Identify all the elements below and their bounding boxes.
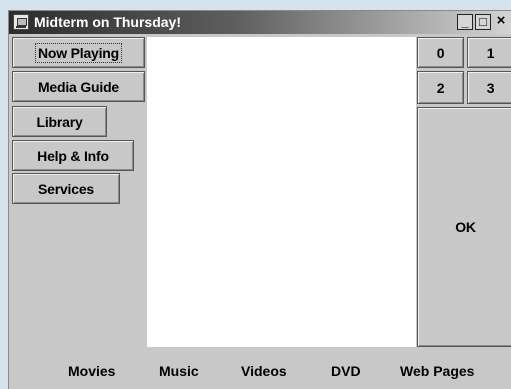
media-display-area — [147, 37, 416, 347]
services-label: Services — [37, 180, 94, 197]
key-0-label: 0 — [436, 44, 445, 61]
minimize-button[interactable]: _ — [457, 14, 473, 30]
app-window: Midterm on Thursday! _ □ × Now Playing M… — [8, 10, 511, 389]
nav-web-pages[interactable]: Web Pages — [400, 363, 474, 379]
now-playing-button[interactable]: Now Playing — [12, 37, 145, 68]
key-1-button[interactable]: 1 — [467, 37, 511, 68]
close-button[interactable]: × — [493, 13, 509, 30]
help-info-label: Help & Info — [37, 147, 109, 164]
nav-movies[interactable]: Movies — [68, 363, 115, 379]
key-0-button[interactable]: 0 — [417, 37, 464, 68]
nav-videos[interactable]: Videos — [241, 363, 287, 379]
title-bar[interactable]: Midterm on Thursday! _ □ × — [9, 11, 511, 34]
library-button[interactable]: Library — [12, 106, 107, 137]
media-guide-label: Media Guide — [37, 78, 120, 95]
nav-dvd[interactable]: DVD — [331, 363, 361, 379]
key-2-label: 2 — [436, 79, 445, 96]
key-3-label: 3 — [486, 79, 495, 96]
app-icon — [13, 14, 29, 30]
ok-button[interactable]: OK — [417, 107, 511, 347]
nav-music[interactable]: Music — [159, 363, 199, 379]
key-1-label: 1 — [486, 44, 495, 61]
now-playing-label: Now Playing — [34, 42, 123, 63]
services-button[interactable]: Services — [12, 173, 120, 204]
window-title: Midterm on Thursday! — [34, 14, 182, 30]
key-3-button[interactable]: 3 — [467, 71, 511, 104]
maximize-button[interactable]: □ — [475, 14, 491, 30]
help-info-button[interactable]: Help & Info — [12, 140, 134, 171]
ok-label: OK — [455, 219, 476, 235]
media-guide-button[interactable]: Media Guide — [12, 71, 145, 102]
library-label: Library — [36, 113, 83, 130]
key-2-button[interactable]: 2 — [417, 71, 464, 104]
